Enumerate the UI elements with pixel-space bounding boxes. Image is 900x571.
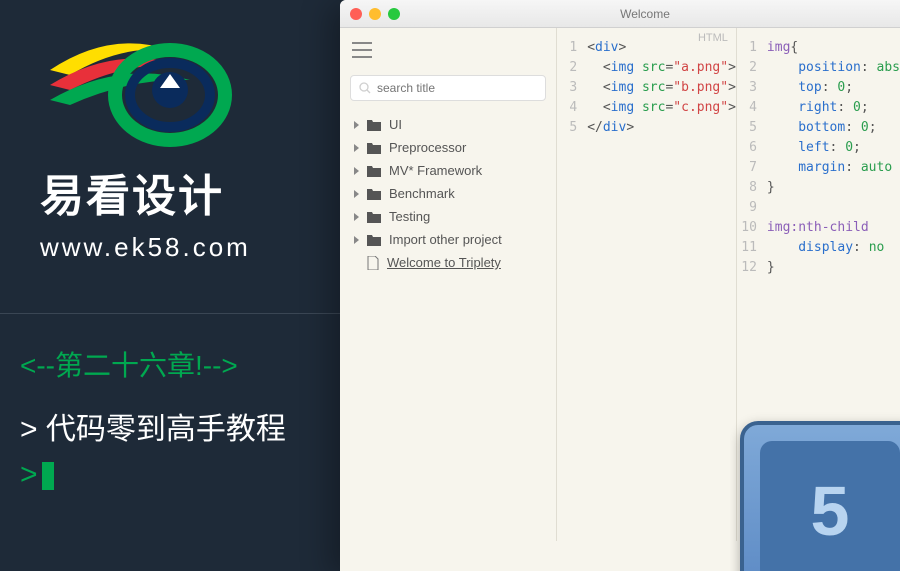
maximize-icon[interactable] <box>388 8 400 20</box>
line-number: 1 <box>737 38 767 58</box>
file-tree: UIPreprocessorMV* FrameworkBenchmarkTest… <box>340 107 556 280</box>
close-icon[interactable] <box>350 8 362 20</box>
chevron-right-icon <box>354 190 359 198</box>
code-line[interactable]: 4 right: 0; <box>737 98 900 118</box>
code-line[interactable]: 10img:nth-child <box>737 218 900 238</box>
window-titlebar[interactable]: Welcome <box>340 0 900 28</box>
tutorial-title: > 代码零到高手教程 <box>0 384 340 453</box>
tree-item-6[interactable]: Welcome to Triplety <box>340 251 556 274</box>
line-number: 7 <box>737 158 767 178</box>
folder-icon <box>367 165 381 177</box>
code-line[interactable]: 2 <img src="a.png"> <box>557 58 736 78</box>
divider <box>0 313 340 314</box>
code-line[interactable]: 5</div> <box>557 118 736 138</box>
code-line[interactable]: 7 margin: auto <box>737 158 900 178</box>
brand-name-cn: 易看设计 <box>40 160 310 224</box>
folder-icon <box>367 188 381 200</box>
code-line[interactable]: 12} <box>737 258 900 278</box>
search-icon <box>359 82 371 94</box>
line-number: 10 <box>737 218 767 238</box>
line-number: 2 <box>557 58 587 78</box>
line-number: 3 <box>557 78 587 98</box>
code-line[interactable]: 3 <img src="b.png"> <box>557 78 736 98</box>
line-number: 1 <box>557 38 587 58</box>
chevron-right-icon <box>354 213 359 221</box>
line-number: 4 <box>737 98 767 118</box>
code-line[interactable]: 9 <box>737 198 900 218</box>
line-number: 11 <box>737 238 767 258</box>
prompt-line: > <box>0 453 340 497</box>
code-line[interactable]: 8} <box>737 178 900 198</box>
tree-item-5[interactable]: Import other project <box>340 228 556 251</box>
brand-url: www.ek58.com <box>40 232 310 263</box>
folder-icon <box>367 234 381 246</box>
tree-item-4[interactable]: Testing <box>340 205 556 228</box>
menu-button[interactable] <box>340 36 556 69</box>
code-line[interactable]: 3 top: 0; <box>737 78 900 98</box>
window-title: Welcome <box>400 7 890 21</box>
editor-html-label: HTML <box>698 32 728 44</box>
code-line[interactable]: 1img{ <box>737 38 900 58</box>
folder-icon <box>367 142 381 154</box>
chevron-right-icon <box>354 121 359 129</box>
tree-item-0[interactable]: UI <box>340 113 556 136</box>
file-icon <box>367 256 379 270</box>
file-sidebar: UIPreprocessorMV* FrameworkBenchmarkTest… <box>340 28 557 541</box>
folder-icon <box>367 211 381 223</box>
left-branding-panel: 易看设计 www.ek58.com <--第二十六章!--> > 代码零到高手教… <box>0 0 340 571</box>
folder-icon <box>367 119 381 131</box>
code-line[interactable]: 5 bottom: 0; <box>737 118 900 138</box>
code-line[interactable]: 4 <img src="c.png"> <box>557 98 736 118</box>
line-number: 2 <box>737 58 767 78</box>
line-number: 5 <box>557 118 587 138</box>
app-window: Welcome UIPreprocessorMV* FrameworkBench… <box>340 0 900 571</box>
cursor-icon <box>42 462 54 490</box>
html5-shield-icon: 5 <box>760 441 900 571</box>
line-number: 9 <box>737 198 767 218</box>
code-line[interactable]: 2 position: abs <box>737 58 900 78</box>
minimize-icon[interactable] <box>369 8 381 20</box>
tree-item-3[interactable]: Benchmark <box>340 182 556 205</box>
app-badge: 5 <box>730 401 900 571</box>
chevron-right-icon <box>354 144 359 152</box>
line-number: 4 <box>557 98 587 118</box>
chapter-title: <--第二十六章!--> <box>0 344 340 384</box>
search-box[interactable] <box>350 75 546 101</box>
line-number: 3 <box>737 78 767 98</box>
chevron-right-icon <box>354 167 359 175</box>
logo-swirl <box>30 20 250 150</box>
code-line[interactable]: 6 left: 0; <box>737 138 900 158</box>
chevron-right-icon <box>354 236 359 244</box>
code-line[interactable]: 11 display: no <box>737 238 900 258</box>
line-number: 5 <box>737 118 767 138</box>
tree-item-1[interactable]: Preprocessor <box>340 136 556 159</box>
search-input[interactable] <box>377 81 537 95</box>
line-number: 12 <box>737 258 767 278</box>
html-editor[interactable]: HTML 1<div>2 <img src="a.png">3 <img src… <box>557 28 737 541</box>
tree-item-2[interactable]: MV* Framework <box>340 159 556 182</box>
line-number: 6 <box>737 138 767 158</box>
line-number: 8 <box>737 178 767 198</box>
